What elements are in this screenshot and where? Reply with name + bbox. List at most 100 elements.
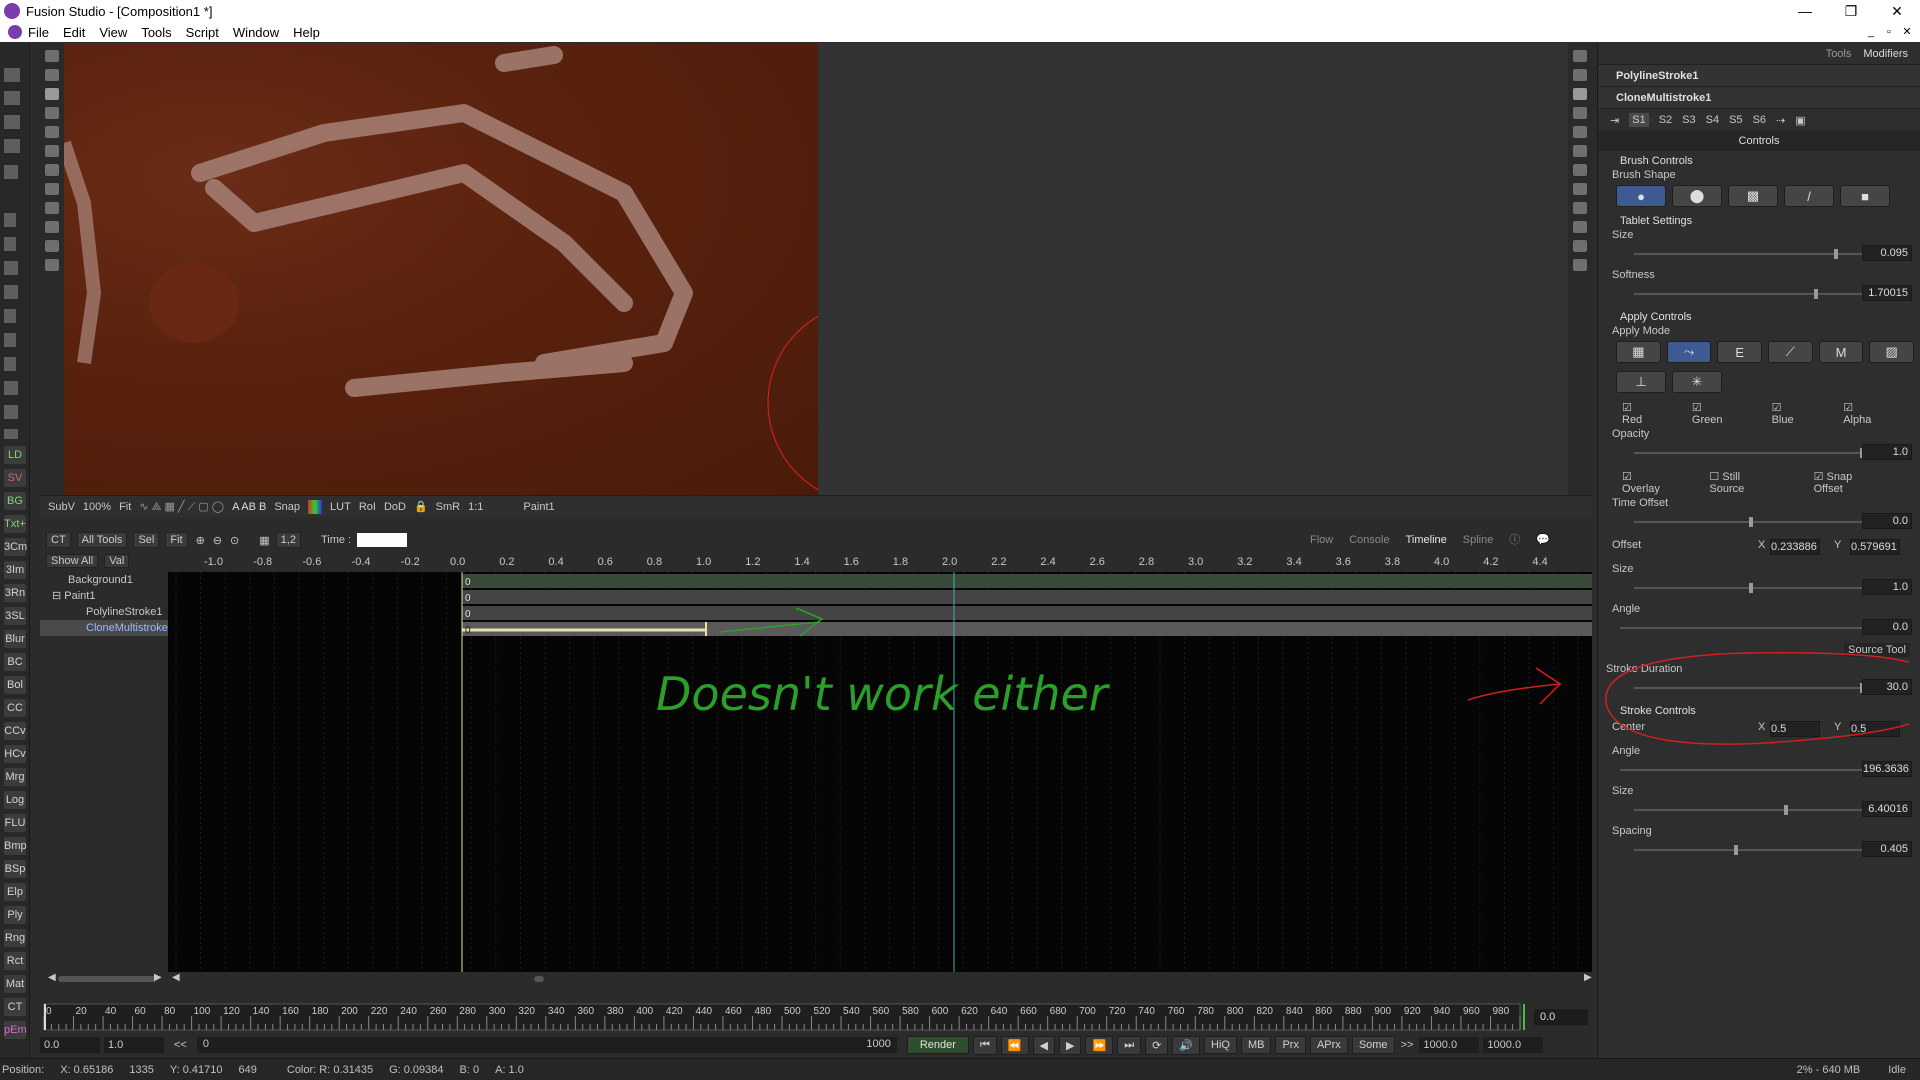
opacity-field[interactable]: 1.0: [1862, 444, 1912, 460]
paint-group-icon[interactable]: [1573, 183, 1587, 195]
center-y-field[interactable]: 0.5: [1850, 721, 1900, 737]
tree-item-clone[interactable]: CloneMultistroke: [40, 620, 168, 636]
menu-file[interactable]: File: [28, 25, 49, 40]
select-tool-icon[interactable]: [1573, 50, 1587, 62]
size-slider[interactable]: [1634, 249, 1864, 259]
loop-button[interactable]: ⟳: [1145, 1035, 1169, 1055]
stroke-size-field[interactable]: 6.40016: [1862, 801, 1912, 817]
hiq-button[interactable]: HiQ: [1204, 1036, 1237, 1054]
tool-button-blur[interactable]: Blur: [4, 630, 26, 648]
app-menu-icon[interactable]: [8, 25, 22, 39]
some-button[interactable]: Some: [1351, 1036, 1395, 1054]
erase-apply-button[interactable]: ⟋: [1768, 341, 1813, 363]
tool-button-txt[interactable]: Txt+: [4, 515, 26, 533]
time-offset-slider[interactable]: [1634, 517, 1864, 527]
spacing-slider[interactable]: [1634, 845, 1864, 855]
comment-icon[interactable]: 💬: [1536, 528, 1550, 552]
mdi-restore-button[interactable]: ▫: [1880, 22, 1898, 42]
step-back-button[interactable]: ⏪: [1000, 1035, 1029, 1055]
polyline-tool-icon[interactable]: [1573, 126, 1587, 138]
tool-button-bmp[interactable]: Bmp: [4, 837, 27, 855]
snap-button[interactable]: Snap: [274, 501, 300, 513]
brush-tool-icon[interactable]: [45, 259, 59, 271]
timeline-graph[interactable]: 0 0 0 0 Doesn't work either: [168, 572, 1592, 972]
goto-start-button[interactable]: ⏮: [972, 1035, 997, 1055]
lock-icon[interactable]: 🔒: [414, 500, 428, 513]
menu-view[interactable]: View: [99, 25, 127, 40]
tool-button-cc[interactable]: CC: [4, 699, 26, 717]
tool-button-3rn[interactable]: 3Rn: [4, 584, 26, 602]
scroll-right-icon[interactable]: ▶: [154, 972, 162, 983]
stroke-tool-icon[interactable]: [45, 107, 59, 119]
alpha-checkbox[interactable]: ☑ Alpha: [1843, 401, 1900, 426]
stroke-duration-slider[interactable]: [1634, 683, 1864, 693]
step-field[interactable]: 1.0: [104, 1037, 164, 1053]
info-icon[interactable]: ⓘ: [1509, 528, 1520, 552]
graph-scroll-thumb[interactable]: [534, 976, 544, 982]
stroke-duration-field[interactable]: 30.0: [1862, 679, 1912, 695]
stroke-s6[interactable]: S6: [1753, 114, 1766, 126]
grid-icon[interactable]: ▦: [259, 534, 269, 547]
menu-edit[interactable]: Edit: [63, 25, 85, 40]
offset-y-field[interactable]: 0.579691: [1850, 539, 1900, 555]
tab-flow[interactable]: Flow: [1310, 528, 1333, 552]
global-start-field[interactable]: 0.0: [40, 1037, 100, 1053]
stroke-angle-row[interactable]: 196.3636: [1598, 757, 1920, 783]
tool-button-bsp[interactable]: BSp: [4, 860, 26, 878]
single-pixel-brush-button[interactable]: /: [1784, 185, 1834, 207]
tool-button-bc[interactable]: BC: [4, 653, 26, 671]
tree-scroll-thumb[interactable]: [58, 976, 156, 982]
clone-apply-button[interactable]: ⤳: [1666, 341, 1712, 363]
ratio-button[interactable]: 1,2: [275, 532, 301, 548]
rectangle-tool-icon[interactable]: [1573, 164, 1587, 176]
viewer-right[interactable]: [818, 43, 1568, 495]
range-slider[interactable]: 0 1000: [196, 1037, 897, 1053]
viewer-left[interactable]: [64, 43, 818, 495]
stroke-s4[interactable]: S4: [1706, 114, 1719, 126]
stroke-s2[interactable]: S2: [1659, 114, 1672, 126]
scroll-left-icon[interactable]: ◀: [48, 972, 56, 983]
time-offset-row[interactable]: 0.0: [1598, 509, 1920, 535]
source-tool-field[interactable]: Source Tool: [1844, 643, 1910, 657]
render-end-field[interactable]: 1000.0: [1419, 1037, 1480, 1053]
time-offset-field[interactable]: 0.0: [1862, 513, 1912, 529]
spacing-row[interactable]: 0.405: [1598, 837, 1920, 863]
time-offset-knob[interactable]: [1749, 517, 1753, 527]
stroke-s1[interactable]: S1: [1629, 113, 1649, 127]
stroke-s5[interactable]: S5: [1729, 114, 1742, 126]
subview-button[interactable]: SubV: [48, 501, 75, 513]
viewer-node-label[interactable]: Paint1: [523, 501, 554, 513]
prx-button[interactable]: Prx: [1275, 1036, 1306, 1054]
soft-brush-button[interactable]: ●: [1616, 185, 1666, 207]
range-back-button[interactable]: <<: [174, 1039, 187, 1051]
scroll-right-icon-2[interactable]: ▶: [1584, 972, 1592, 983]
clone-size-knob[interactable]: [1749, 583, 1753, 593]
close-button[interactable]: ✕: [1874, 0, 1920, 22]
tool-header-polyline[interactable]: PolylineStroke1: [1598, 65, 1920, 87]
timeline-scrollbar[interactable]: ◀ ▶ ◀ ▶: [40, 972, 1592, 986]
tool-button-3sl[interactable]: 3SL: [4, 607, 26, 625]
stroke-s3[interactable]: S3: [1682, 114, 1695, 126]
still-source-checkbox[interactable]: ☐ Still Source: [1709, 470, 1793, 495]
tool-button-log[interactable]: Log: [4, 791, 26, 809]
circle-tool-icon[interactable]: [1573, 145, 1587, 157]
sel-button[interactable]: Sel: [133, 532, 160, 548]
current-frame-field[interactable]: 0.0: [1534, 1009, 1588, 1025]
offset-x-field[interactable]: 0.233886: [1770, 539, 1820, 555]
brush-tool-icon[interactable]: [1573, 259, 1587, 271]
global-end-field[interactable]: 1000.0: [1483, 1037, 1544, 1053]
softness-knob[interactable]: [1814, 289, 1818, 299]
goto-end-button[interactable]: ⏭: [1117, 1035, 1142, 1055]
multistroke-tool-icon[interactable]: [1573, 69, 1587, 81]
size-slider-row[interactable]: 0.095: [1598, 241, 1920, 267]
snap-offset-checkbox[interactable]: ☑ Snap Offset: [1814, 470, 1900, 495]
controls-tab[interactable]: Controls: [1598, 131, 1920, 151]
menu-window[interactable]: Window: [233, 25, 279, 40]
color-apply-button[interactable]: ▦: [1616, 341, 1661, 363]
tool-button-3cm[interactable]: 3Cm: [4, 538, 27, 556]
minimize-button[interactable]: —: [1782, 0, 1828, 22]
zoom-dropdown[interactable]: 100%: [83, 501, 111, 513]
fill-tool-icon[interactable]: [45, 202, 59, 214]
tool-button-mat[interactable]: Mat: [4, 975, 26, 993]
ct-button[interactable]: CT: [46, 532, 71, 548]
